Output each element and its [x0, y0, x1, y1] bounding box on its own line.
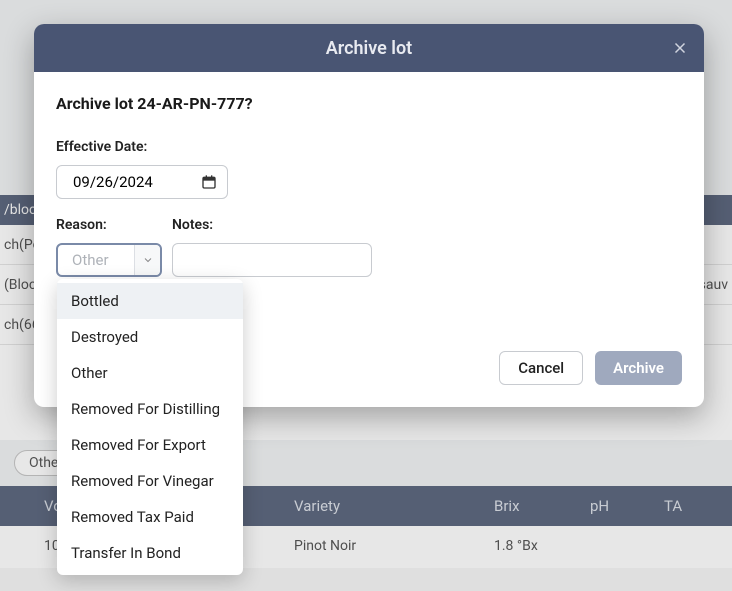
modal-body: Archive lot 24-AR-PN-777? Effective Date… — [34, 72, 704, 287]
dropdown-item-other[interactable]: Other — [57, 355, 243, 391]
dropdown-item-destroyed[interactable]: Destroyed — [57, 319, 243, 355]
effective-date-label: Effective Date: — [56, 139, 682, 155]
reason-column: Reason: Other — [56, 217, 162, 277]
dropdown-item-removed-vinegar[interactable]: Removed For Vinegar — [57, 463, 243, 499]
notes-label: Notes: — [172, 217, 372, 233]
dropdown-item-bottled[interactable]: Bottled — [57, 283, 243, 319]
notes-input[interactable] — [172, 243, 372, 277]
modal-title: Archive lot — [326, 38, 412, 59]
dropdown-item-transfer-in-bond[interactable]: Transfer In Bond — [57, 535, 243, 571]
modal-header: Archive lot — [34, 24, 704, 72]
archive-button[interactable]: Archive — [595, 351, 682, 385]
dropdown-item-removed-export[interactable]: Removed For Export — [57, 427, 243, 463]
notes-column: Notes: — [172, 217, 372, 277]
reason-select[interactable]: Other — [56, 243, 162, 277]
archive-button-label: Archive — [613, 359, 664, 377]
effective-date-input[interactable]: 09/26/2024 — [56, 165, 228, 199]
reason-label: Reason: — [56, 217, 162, 233]
chevron-down-icon — [134, 245, 160, 275]
reason-placeholder: Other — [72, 251, 134, 269]
cancel-button[interactable]: Cancel — [499, 351, 583, 385]
cancel-button-label: Cancel — [518, 359, 564, 377]
dropdown-item-removed-tax-paid[interactable]: Removed Tax Paid — [57, 499, 243, 535]
close-icon — [671, 39, 689, 57]
calendar-icon — [201, 174, 217, 190]
effective-date-value: 09/26/2024 — [73, 173, 153, 191]
confirm-text: Archive lot 24-AR-PN-777? — [56, 94, 682, 113]
close-button[interactable] — [668, 36, 692, 60]
reason-notes-row: Reason: Other Notes: — [56, 217, 682, 277]
reason-dropdown: Bottled Destroyed Other Removed For Dist… — [57, 279, 243, 575]
dropdown-item-removed-distilling[interactable]: Removed For Distilling — [57, 391, 243, 427]
